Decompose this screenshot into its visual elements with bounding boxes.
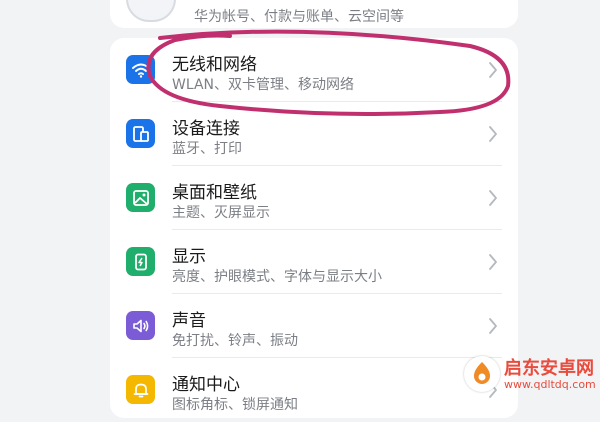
chevron-right-icon: [489, 254, 497, 270]
account-subtitle: 华为帐号、付款与账单、云空间等: [194, 9, 404, 25]
settings-item-subtitle: 亮度、护眼模式、字体与显示大小: [172, 269, 382, 285]
display-icon: [126, 247, 155, 276]
account-card[interactable]: 华为帐号、付款与账单、云空间等: [110, 0, 518, 28]
wallpaper-icon: [126, 183, 155, 212]
settings-item-subtitle: 主题、灭屏显示: [172, 205, 270, 221]
avatar: [126, 0, 176, 22]
settings-item-title: 无线和网络: [172, 55, 257, 75]
wifi-icon: [126, 55, 155, 84]
settings-list: 无线和网络 WLAN、双卡管理、移动网络 设备连接 蓝牙、打印 桌面和壁纸 主题…: [110, 38, 518, 418]
chevron-right-icon: [489, 62, 497, 78]
settings-item-display[interactable]: 显示 亮度、护眼模式、字体与显示大小: [110, 230, 518, 294]
chevron-right-icon: [489, 190, 497, 206]
settings-item-title: 设备连接: [172, 119, 240, 139]
settings-item-title: 声音: [172, 311, 206, 331]
settings-item-sound[interactable]: 声音 免打扰、铃声、振动: [110, 294, 518, 358]
settings-item-notification-center[interactable]: 通知中心 图标角标、锁屏通知: [110, 358, 518, 422]
watermark-title: 启东安卓网: [504, 358, 594, 379]
settings-item-subtitle: WLAN、双卡管理、移动网络: [172, 77, 355, 93]
chevron-right-icon: [489, 318, 497, 334]
sound-icon: [126, 311, 155, 340]
settings-item-wireless-network[interactable]: 无线和网络 WLAN、双卡管理、移动网络: [110, 38, 518, 102]
settings-item-title: 显示: [172, 247, 206, 267]
settings-item-device-connection[interactable]: 设备连接 蓝牙、打印: [110, 102, 518, 166]
watermark-url: www.qdltdq.com: [504, 378, 596, 391]
chevron-right-icon: [489, 126, 497, 142]
settings-item-home-wallpaper[interactable]: 桌面和壁纸 主题、灭屏显示: [110, 166, 518, 230]
settings-item-subtitle: 蓝牙、打印: [172, 141, 242, 157]
settings-item-subtitle: 图标角标、锁屏通知: [172, 397, 298, 413]
settings-item-title: 桌面和壁纸: [172, 183, 257, 203]
watermark: 启东安卓网 www.qdltdq.com: [464, 350, 596, 396]
settings-item-title: 通知中心: [172, 375, 240, 395]
watermark-logo: [464, 356, 500, 392]
settings-item-subtitle: 免打扰、铃声、振动: [172, 333, 298, 349]
device-connection-icon: [126, 119, 155, 148]
